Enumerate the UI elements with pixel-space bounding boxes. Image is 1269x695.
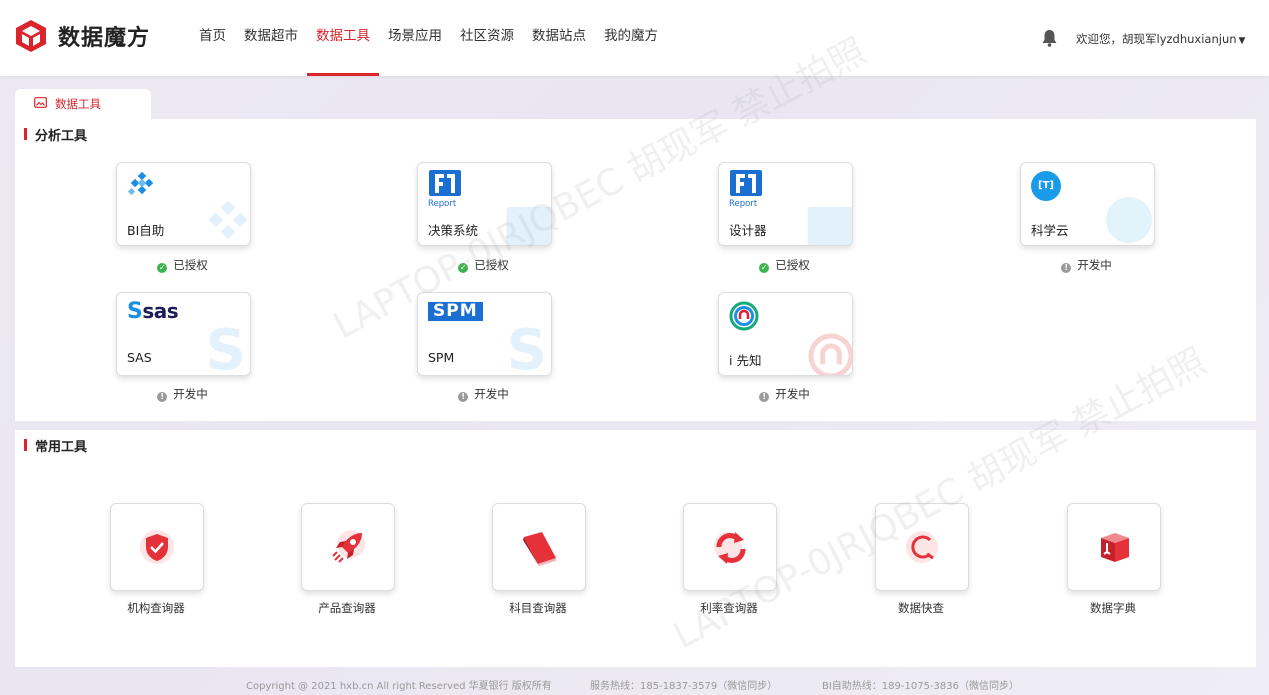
tool-card-science-cloud[interactable]: [T] 科学云 — [1020, 162, 1155, 246]
nav-data-sites[interactable]: 数据站点 — [523, 0, 595, 76]
nav-data-market[interactable]: 数据超市 — [235, 0, 307, 76]
section-title-common: 常用工具 — [24, 436, 87, 455]
science-cloud-watermark-icon — [1106, 197, 1152, 243]
report-watermark-icon — [506, 206, 551, 245]
status-badge: ! 开发中 — [116, 386, 249, 402]
status-text: 已授权 — [474, 258, 509, 272]
tool-card-designer[interactable]: Report 设计器 — [718, 162, 853, 246]
card-name: BI自助 — [127, 223, 165, 238]
check-circle-icon: ✓ — [759, 263, 770, 273]
image-frame-icon — [34, 97, 47, 108]
status-text: 开发中 — [173, 387, 208, 401]
tool-label: 产品查询器 — [318, 601, 376, 615]
card-name: 设计器 — [729, 223, 767, 238]
top-header: 数据魔方 首页 数据超市 数据工具 场景应用 社区资源 数据站点 我的魔方 欢迎… — [0, 0, 1269, 76]
tool-card-spm[interactable]: SPM S SPM — [417, 292, 552, 376]
dictionary-box-icon — [1101, 533, 1129, 562]
status-badge: ✓ 已授权 — [417, 257, 550, 273]
report-icon: Report — [428, 169, 462, 209]
refresh-arrows-icon — [714, 532, 746, 564]
bi-diamond-icon — [127, 171, 154, 196]
status-badge: ! 开发中 — [417, 386, 550, 402]
tool-subject-query[interactable] — [492, 503, 586, 591]
nav-my-cube[interactable]: 我的魔方 — [595, 0, 667, 76]
tool-rate-query[interactable] — [683, 503, 777, 591]
tool-card-sas[interactable]: Ssas S SAS — [116, 292, 251, 376]
tool-card-ixianzhi[interactable]: i 先知 — [718, 292, 853, 376]
status-text: 开发中 — [775, 387, 810, 401]
footer: Copyright @ 2021 hxb.cn All right Reserv… — [0, 677, 1269, 695]
tool-label: 机构查询器 — [127, 601, 185, 615]
check-circle-icon: ✓ — [458, 263, 469, 273]
nav-home[interactable]: 首页 — [190, 0, 235, 76]
tool-label: 数据快查 — [898, 601, 944, 615]
status-badge: ✓ 已授权 — [116, 257, 249, 273]
app-logo[interactable]: 数据魔方 — [14, 19, 150, 53]
search-loop-icon — [906, 531, 938, 563]
main-nav: 首页 数据超市 数据工具 场景应用 社区资源 数据站点 我的魔方 — [190, 0, 667, 76]
status-text: 开发中 — [1077, 258, 1112, 272]
tab-data-tools[interactable]: 数据工具 — [15, 89, 151, 119]
analysis-tools-section: 分析工具 BI自助 ✓ 已授权 Report 决策系统 ✓ 已授权 Report… — [15, 119, 1256, 421]
check-circle-icon: ✓ — [157, 263, 168, 273]
tool-label: 科目查询器 — [509, 601, 567, 615]
bi-diamond-watermark-icon — [208, 200, 248, 240]
footer-bi-hotline: BI自助热线：189-1075-3836（微信同步） — [822, 681, 1020, 692]
tool-quick-search[interactable] — [875, 503, 969, 591]
info-circle-icon: ! — [1061, 263, 1072, 273]
footer-copyright: Copyright @ 2021 hxb.cn All right Reserv… — [246, 681, 552, 692]
section-title-analysis: 分析工具 — [24, 125, 87, 144]
tool-data-dictionary[interactable] — [1067, 503, 1161, 591]
tool-org-query[interactable] — [110, 503, 204, 591]
status-text: 已授权 — [173, 258, 208, 272]
common-tools-section: 常用工具 机构查询器 产品查询器 科目查询器 利率查询器 数据快查 数据字典 — [15, 430, 1256, 667]
status-badge: ! 开发中 — [1020, 257, 1153, 273]
status-badge: ✓ 已授权 — [718, 257, 851, 273]
card-name: SAS — [127, 350, 152, 365]
info-circle-icon: ! — [458, 392, 469, 402]
sas-watermark-icon: S — [205, 318, 246, 376]
ixianzhi-watermark-icon — [808, 333, 852, 375]
welcome-text: 欢迎您，胡现军lyzdhuxianjun — [1076, 32, 1237, 46]
bell-icon[interactable] — [1041, 29, 1058, 47]
report-icon: Report — [729, 169, 763, 209]
science-cloud-icon: [T] — [1031, 171, 1061, 201]
spm-watermark-icon: S — [506, 318, 547, 376]
status-text: 开发中 — [474, 387, 509, 401]
app-name: 数据魔方 — [58, 26, 151, 51]
rocket-icon — [332, 530, 365, 563]
book-icon — [523, 532, 556, 566]
footer-hotline: 服务热线：185-1837-3579（微信同步） — [590, 681, 778, 692]
card-name: 决策系统 — [428, 223, 479, 238]
card-name: 科学云 — [1031, 223, 1069, 238]
tool-product-query[interactable] — [301, 503, 395, 591]
ixianzhi-icon — [729, 301, 759, 331]
report-icon-text: Report — [729, 199, 758, 209]
card-name: i 先知 — [729, 353, 762, 368]
info-circle-icon: ! — [157, 392, 168, 402]
sas-logo-icon: Ssas — [127, 299, 179, 324]
status-text: 已授权 — [775, 258, 810, 272]
nav-scenario-apps[interactable]: 场景应用 — [379, 0, 451, 76]
status-badge: ! 开发中 — [718, 386, 851, 402]
tool-label: 数据字典 — [1090, 601, 1136, 615]
tab-label: 数据工具 — [55, 97, 101, 111]
spm-logo-icon: SPM — [428, 302, 483, 321]
tool-card-decision-system[interactable]: Report 决策系统 — [417, 162, 552, 246]
report-icon-text: Report — [428, 199, 457, 209]
user-menu[interactable]: 欢迎您，胡现军lyzdhuxianjun ▼ — [1076, 31, 1245, 47]
nav-data-tools[interactable]: 数据工具 — [307, 0, 379, 76]
tool-label: 利率查询器 — [700, 601, 758, 615]
report-watermark-icon — [807, 206, 852, 245]
shield-check-icon — [140, 530, 174, 564]
dropdown-arrow-icon: ▼ — [1238, 36, 1246, 46]
card-name: SPM — [428, 350, 455, 365]
cube-logo-icon — [16, 20, 46, 52]
nav-community[interactable]: 社区资源 — [451, 0, 523, 76]
info-circle-icon: ! — [759, 392, 770, 402]
tool-card-bi[interactable]: BI自助 — [116, 162, 251, 246]
